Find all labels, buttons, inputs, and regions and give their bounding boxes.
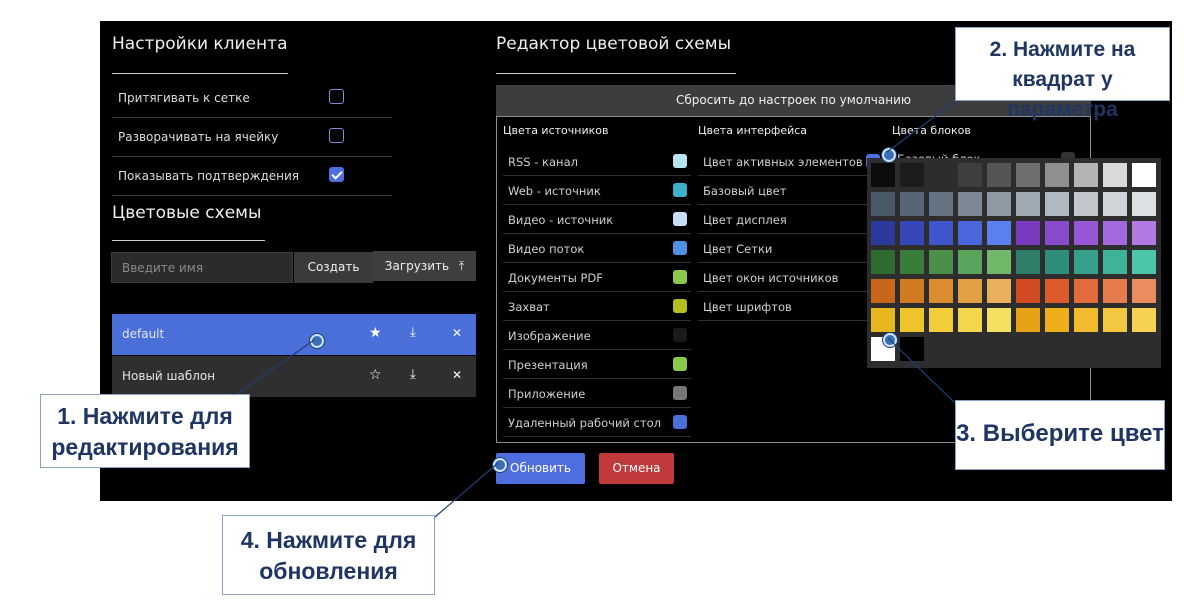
leader-line-3 <box>887 337 958 406</box>
callout-step-4: 4. Нажмите для обновления <box>222 515 435 595</box>
leader-line-4 <box>434 462 499 518</box>
leader-line-1 <box>231 339 315 399</box>
leader-line-2 <box>886 99 958 153</box>
callout-step-1: 1. Нажмите для редактирования <box>40 394 250 468</box>
callout-step-3: 3. Выберите цвет <box>955 400 1165 470</box>
callout-step-2: 2. Нажмите на квадрат у параметра <box>955 27 1170 121</box>
